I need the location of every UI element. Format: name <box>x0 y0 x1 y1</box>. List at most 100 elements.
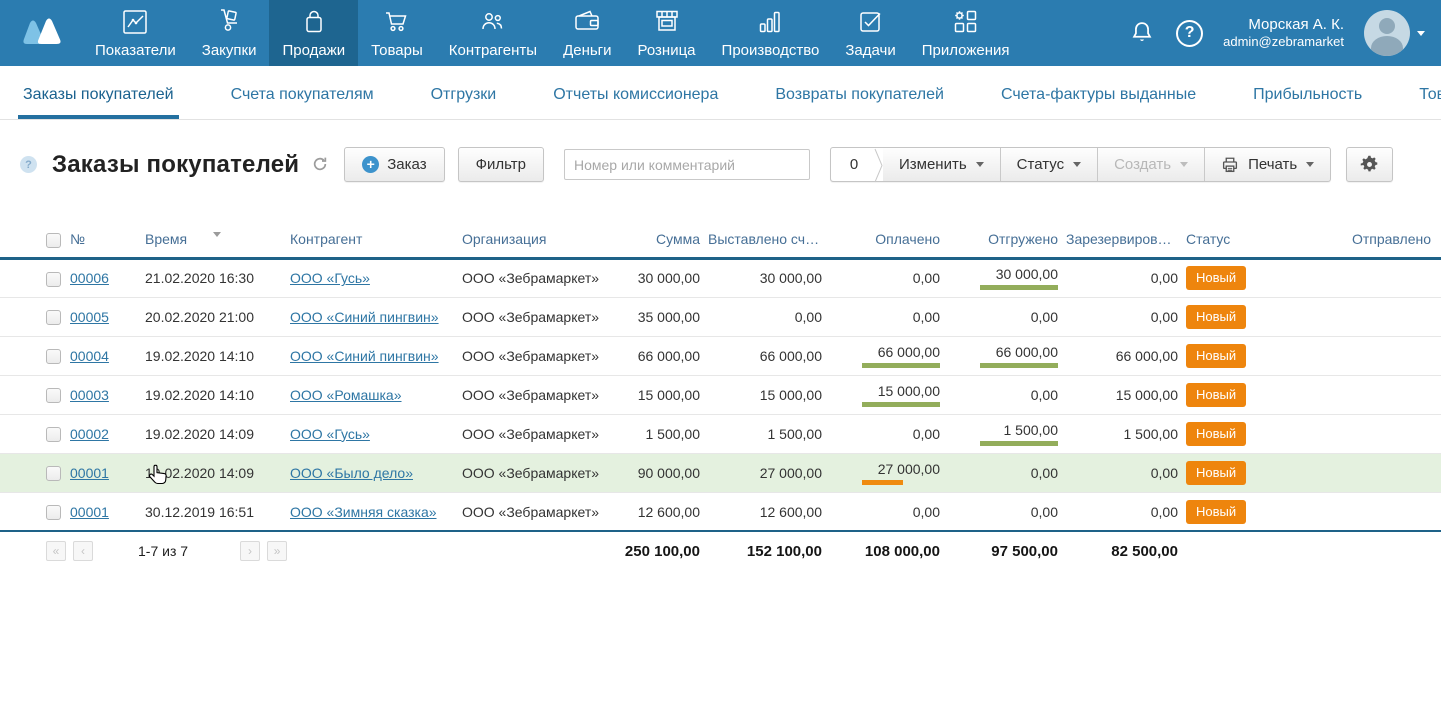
nav-item-tovary[interactable]: Товары <box>358 0 436 66</box>
nav-item-kontragenty[interactable]: Контрагенты <box>436 0 550 66</box>
chevron-down-icon <box>1417 31 1425 36</box>
refresh-icon[interactable] <box>312 156 328 177</box>
search-input[interactable] <box>564 149 810 180</box>
user-block[interactable]: Морская А. К. admin@zebramarket <box>1223 15 1344 51</box>
print-button[interactable]: Печать <box>1204 148 1330 181</box>
counterparty-link[interactable]: ООО «Синий пингвин» <box>290 348 439 364</box>
status-badge[interactable]: Новый <box>1186 344 1246 368</box>
col-shipped[interactable]: Отгружено <box>948 222 1066 258</box>
status-badge[interactable]: Новый <box>1186 383 1246 407</box>
notifications-bell-icon[interactable] <box>1128 19 1156 47</box>
organization-cell: ООО «Зебрамаркет» <box>462 414 600 453</box>
status-badge[interactable]: Новый <box>1186 266 1246 290</box>
row-checkbox[interactable] <box>46 272 61 287</box>
table-row[interactable]: 00001 30.12.2019 16:51ООО «Зимняя сказка»… <box>0 492 1441 531</box>
col-paid[interactable]: Оплачено <box>830 222 948 258</box>
tab-otgruzki[interactable]: Отгрузки <box>426 86 502 119</box>
row-checkbox[interactable] <box>46 466 61 481</box>
table-row[interactable]: 0000319.02.2020 14:10ООО «Ромашка»ООО «З… <box>0 375 1441 414</box>
nav-item-zadachi[interactable]: Задачи <box>832 0 908 66</box>
nav-item-pokazateli[interactable]: Показатели <box>82 0 189 66</box>
total-status-empty <box>1186 531 1300 570</box>
last-page-button[interactable]: » <box>267 541 287 561</box>
nav-item-prilozheniya[interactable]: Приложения <box>909 0 1023 66</box>
counterparty-cell: ООО «Гусь» <box>290 414 462 453</box>
counterparty-link[interactable]: ООО «Гусь» <box>290 270 370 286</box>
help-icon[interactable]: ? <box>1176 20 1203 47</box>
col-invoiced[interactable]: Выставлено сче... <box>708 222 830 258</box>
status-badge[interactable]: Новый <box>1186 305 1246 329</box>
col-counterparty[interactable]: Контрагент <box>290 222 462 258</box>
tab-scheta-pokupatelyam[interactable]: Счета покупателям <box>226 86 379 119</box>
row-checkbox[interactable] <box>46 505 61 520</box>
organization-cell: ООО «Зебрамаркет» <box>462 453 600 492</box>
nav-item-prodazhi[interactable]: Продажи <box>269 0 358 66</box>
sent-cell <box>1300 375 1441 414</box>
order-number-link[interactable]: 00002 <box>70 426 109 442</box>
change-button[interactable]: Изменить <box>883 148 1000 181</box>
row-checkbox[interactable] <box>46 310 61 325</box>
order-number-link[interactable]: 00003 <box>70 387 109 403</box>
prev-page-button[interactable]: ‹ <box>73 541 93 561</box>
status-button[interactable]: Статус <box>1000 148 1097 181</box>
counterparty-link[interactable]: ООО «Гусь» <box>290 426 370 442</box>
status-badge[interactable]: Новый <box>1186 422 1246 446</box>
status-badge[interactable]: Новый <box>1186 500 1246 524</box>
col-sum[interactable]: Сумма <box>600 222 708 258</box>
tab-pribylnost[interactable]: Прибыльность <box>1248 86 1367 119</box>
col-time[interactable]: Время <box>145 222 290 258</box>
order-number-link[interactable]: 00006 <box>70 270 109 286</box>
next-page-button[interactable]: › <box>240 541 260 561</box>
tab-zakazy-pokupateley[interactable]: Заказы покупателей <box>18 86 179 119</box>
counterparty-link[interactable]: ООО «Зимняя сказка» <box>290 504 437 520</box>
counterparty-link[interactable]: ООО «Было дело» <box>290 465 413 481</box>
order-number-link[interactable]: 00004 <box>70 348 109 364</box>
table-row[interactable]: 0000419.02.2020 14:10ООО «Синий пингвин»… <box>0 336 1441 375</box>
col-sent[interactable]: Отправлено <box>1300 222 1441 258</box>
table-row[interactable]: 0000520.02.2020 21:00ООО «Синий пингвин»… <box>0 297 1441 336</box>
status-badge[interactable]: Новый <box>1186 461 1246 485</box>
progress-bar <box>862 480 940 485</box>
status-cell: Новый <box>1186 492 1300 531</box>
row-checkbox[interactable] <box>46 349 61 364</box>
user-menu[interactable] <box>1364 10 1425 56</box>
order-number-link[interactable]: 00001 <box>70 504 109 520</box>
tab-otchety-komissionera[interactable]: Отчеты комиссионера <box>548 86 723 119</box>
create-order-button[interactable]: + Заказ <box>344 147 444 182</box>
nav-item-proizvodstvo[interactable]: Производство <box>709 0 833 66</box>
status-cell: Новый <box>1186 375 1300 414</box>
select-all-checkbox[interactable] <box>46 233 61 248</box>
create-doc-button[interactable]: Создать <box>1097 148 1204 181</box>
selected-count-value: 0 <box>850 156 858 173</box>
first-page-button[interactable]: « <box>46 541 66 561</box>
tab-tovary[interactable]: Товары <box>1414 86 1441 119</box>
order-number-link[interactable]: 00005 <box>70 309 109 325</box>
pagination-cell: « ‹ 1-7 из 7 › » <box>0 531 600 570</box>
nav-item-roznica[interactable]: Розница <box>625 0 709 66</box>
app-logo[interactable] <box>0 0 82 66</box>
order-number-link[interactable]: 00001 <box>70 465 109 481</box>
nav-item-zakupki[interactable]: Закупки <box>189 0 270 66</box>
avatar[interactable] <box>1364 10 1410 56</box>
counterparty-link[interactable]: ООО «Синий пингвин» <box>290 309 439 325</box>
row-checkbox[interactable] <box>46 427 61 442</box>
table-row[interactable]: 0000119.02.2020 14:09ООО «Было дело»ООО … <box>0 453 1441 492</box>
nav-item-dengi[interactable]: Деньги <box>550 0 624 66</box>
settings-button[interactable] <box>1346 147 1393 182</box>
counterparty-cell: ООО «Ромашка» <box>290 375 462 414</box>
table-row[interactable]: 0000621.02.2020 16:30ООО «Гусь»ООО «Зебр… <box>0 258 1441 297</box>
col-organization[interactable]: Организация <box>462 222 600 258</box>
tab-label: Отчеты комиссионера <box>553 86 718 103</box>
filter-button[interactable]: Фильтр <box>458 147 544 182</box>
order-time-cell: 30.12.2019 16:51 <box>145 492 290 531</box>
col-reserved[interactable]: Зарезервировано <box>1066 222 1186 258</box>
tasks-icon <box>856 7 886 37</box>
tab-vozvraty-pokupateley[interactable]: Возвраты покупателей <box>770 86 949 119</box>
col-status[interactable]: Статус <box>1186 222 1300 258</box>
table-row[interactable]: 0000219.02.2020 14:09ООО «Гусь»ООО «Зебр… <box>0 414 1441 453</box>
counterparty-link[interactable]: ООО «Ромашка» <box>290 387 402 403</box>
row-checkbox[interactable] <box>46 388 61 403</box>
col-number[interactable]: № <box>70 222 145 258</box>
tab-schta-faktury-vydannye[interactable]: Счета-фактуры выданные <box>996 86 1201 119</box>
page-help-icon[interactable]: ? <box>20 156 37 173</box>
